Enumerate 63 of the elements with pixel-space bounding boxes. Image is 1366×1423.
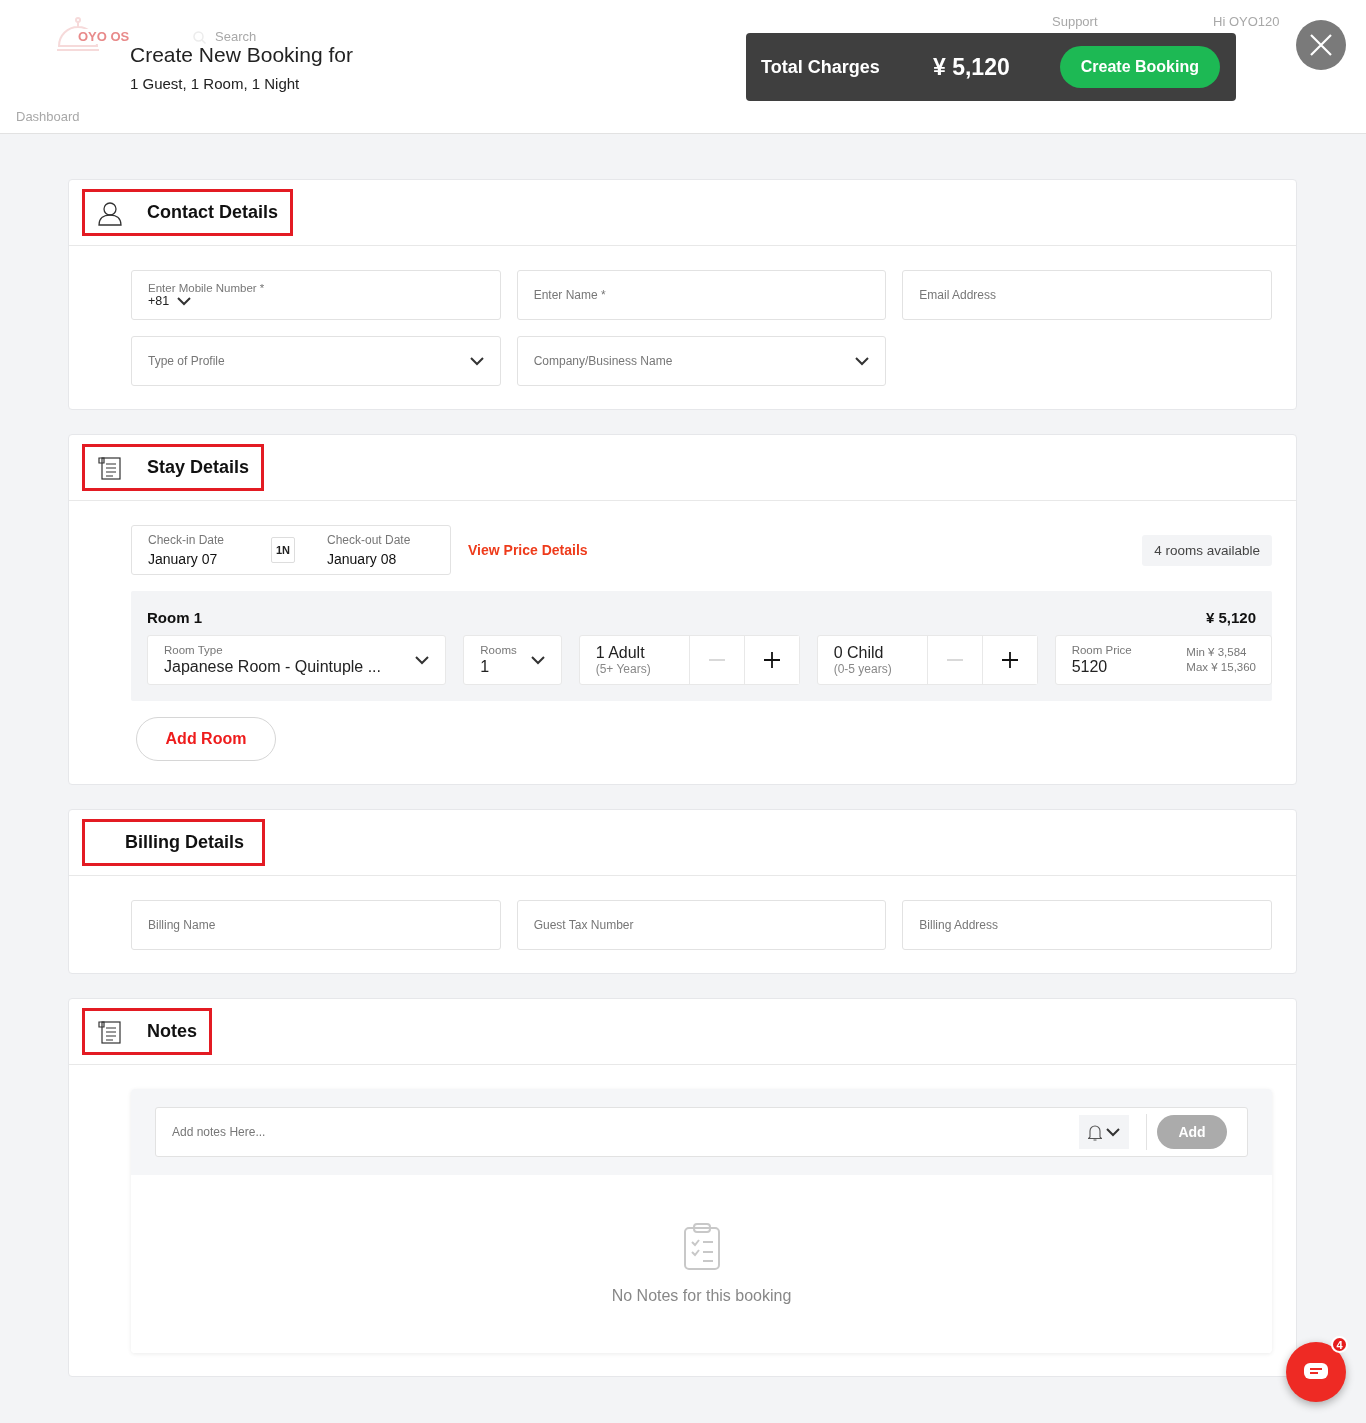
chevron-down-icon [469,356,484,366]
chat-icon [1304,1363,1328,1381]
total-charges-label: Total Charges [761,56,881,78]
date-range-field[interactable]: Check-in Date January 07 1N Check-out Date January 08 [131,525,451,575]
dropdown-field[interactable]: Type of Profile [131,336,501,386]
dropdown-field[interactable]: Company/Business Name [516,336,887,386]
chevron-down-icon [530,655,545,665]
search-field[interactable]: Search [215,29,257,44]
close-button[interactable] [1296,20,1346,70]
age-note: (5+ Years) [595,662,652,676]
increment-button[interactable] [743,636,799,684]
chevron-down-icon [415,655,430,665]
empty-notes-message: No Notes for this booking [611,1287,792,1305]
add-room-button[interactable]: Add Room [136,717,276,761]
rooms-dropdown[interactable]: Rooms 1 [463,635,562,685]
chevron-down-icon [177,296,192,306]
section-title: Contact Details [147,202,279,223]
person-icon [97,199,123,226]
input-field[interactable]: Guest Tax Number [516,900,887,950]
reminder-dropdown[interactable] [1079,1115,1129,1149]
breadcrumb: Dashboard [16,109,80,124]
logo-text: OYO OS [78,29,130,44]
create-booking-button[interactable]: Create Booking [1059,46,1220,88]
input-field[interactable]: Billing Name [131,900,501,950]
chat-button[interactable] [1286,1342,1346,1402]
support-link[interactable]: Support [1052,14,1098,29]
plus-icon [763,652,780,668]
view-price-details-link[interactable]: View Price Details [468,542,588,558]
mobile-number-field[interactable]: Enter Mobile Number * +81 [131,270,501,320]
min-price: Min ¥ 3,584 [1186,645,1248,660]
booking-summary: 1 Guest, 1 Room, 1 Night [130,75,301,92]
dialog-title: Create New Booking for [130,43,353,67]
child-count: 0 Child [833,644,885,662]
room-price-field[interactable]: Room Price 5120 Min ¥ 3,584 Max ¥ 15,360 [1054,635,1272,685]
minus-icon [709,659,726,661]
section-title: Stay Details [147,457,250,478]
room-title: Room 1 [147,609,202,626]
room-total: ¥ 5,120 [1205,609,1256,626]
age-note: (0-5 years) [833,662,893,676]
user-greeting: Hi OYO120 [1213,14,1280,29]
input-field[interactable]: Email Address [902,270,1272,320]
max-price: Max ¥ 15,360 [1186,660,1256,675]
total-charges-amount: ¥ 5,120 [933,53,1011,81]
document-icon [97,454,123,481]
clipboard-icon [682,1223,721,1271]
plus-icon [1001,652,1018,668]
section-title: Notes [147,1021,197,1042]
room-type-dropdown[interactable]: Room Type Japanese Room - Quintuple ... [147,635,447,685]
close-icon [1310,34,1332,56]
input-field[interactable]: Enter Name * [516,270,887,320]
notes-input-field[interactable]: Add notes Here... Add [155,1107,1248,1157]
document-icon [97,1018,123,1045]
chevron-down-icon [855,356,870,366]
input-field[interactable]: Billing Address [902,900,1272,950]
chevron-down-icon [1106,1127,1120,1137]
bell-icon [1088,1123,1102,1141]
minus-icon [947,659,964,661]
notification-badge: 4 [1331,1336,1348,1353]
adult-count: 1 Adult [595,644,646,662]
availability-badge: 4 rooms available [1142,534,1272,566]
increment-button[interactable] [981,636,1037,684]
nights-badge: 1N [271,537,295,563]
section-title: Billing Details [125,832,245,853]
